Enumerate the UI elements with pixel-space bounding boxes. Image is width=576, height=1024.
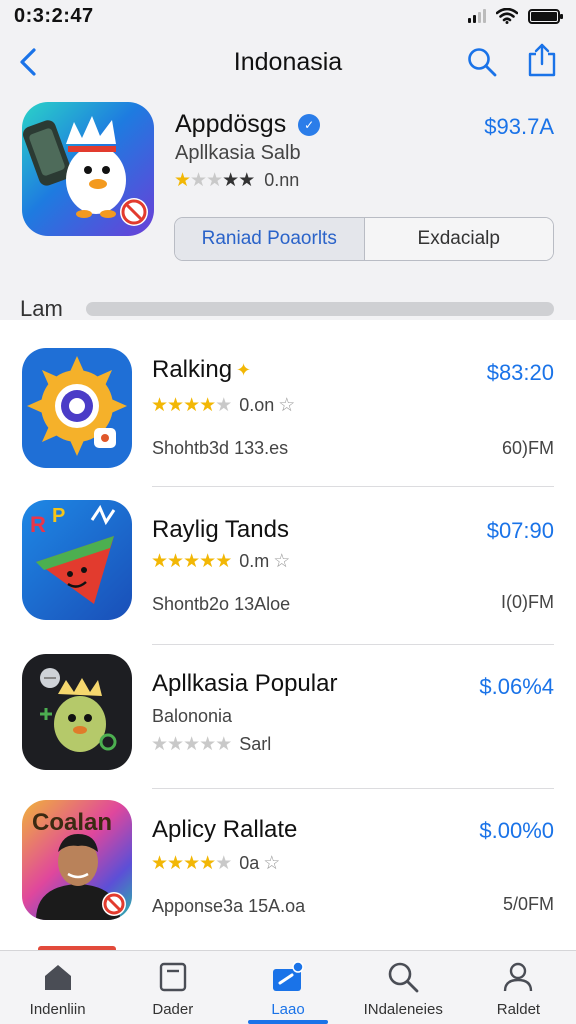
app-time: 60)FM bbox=[501, 438, 554, 458]
tab-label: Laao bbox=[271, 1001, 305, 1018]
rating-count: 0a bbox=[239, 853, 260, 873]
app-name[interactable]: Raylig Tands bbox=[152, 516, 289, 544]
award-icon: ✦ bbox=[236, 360, 252, 380]
verified-badge-icon: ✓ bbox=[298, 113, 321, 136]
search-icon[interactable] bbox=[466, 46, 498, 78]
app-price[interactable]: $.00%0 bbox=[479, 818, 554, 844]
tab-dader[interactable]: Dader bbox=[115, 951, 230, 1024]
status-time: 0:3:2:47 bbox=[14, 5, 94, 27]
list-item[interactable]: Apllkasia Popular $.06%4 Balononia ★ ★ ★ ★ ★… bbox=[0, 654, 576, 804]
list-item[interactable]: R P Raylig Tands $07:90 ★ ★ ★ ★ ★ 0.m ☆ Shon… bbox=[0, 500, 576, 650]
square-icon bbox=[159, 962, 186, 992]
tab-label: Raldet bbox=[496, 1001, 541, 1018]
wifi-icon bbox=[496, 8, 518, 24]
crowned-bird-icon bbox=[22, 654, 132, 770]
favorite-star-icon[interactable]: ☆ bbox=[263, 852, 280, 875]
star-rating-icon: ★ ★ ★ ★ ★ bbox=[174, 170, 255, 191]
duck-chef-icon[interactable] bbox=[22, 102, 154, 236]
app-meta: Shontb2o 13Aloe bbox=[152, 594, 291, 614]
tab-label: INdaleneies bbox=[363, 1001, 443, 1018]
app-rating: ★ ★ ★ ★ ★ 0.on ☆ bbox=[151, 394, 295, 417]
featured-name-row: Appdösgs ✓ bbox=[175, 110, 321, 139]
divider bbox=[152, 644, 554, 645]
active-tab-indicator bbox=[248, 1020, 328, 1024]
tab-home[interactable]: Indenliin bbox=[0, 951, 115, 1024]
app-meta: Apponse3a 15A.oa bbox=[152, 896, 306, 916]
rating-count: 0.nn bbox=[264, 170, 300, 190]
person-icon bbox=[504, 962, 533, 992]
app-name[interactable]: Ralking bbox=[152, 356, 232, 384]
status-bar: 0:3:2:47 bbox=[0, 0, 576, 34]
segmented-control: Raniad Poaorlts Exdacialp bbox=[174, 217, 554, 261]
app-rating: ★ ★ ★ ★ ★ Sarl bbox=[151, 734, 271, 755]
folder-icon bbox=[273, 961, 304, 991]
rating-count: 0.on bbox=[239, 395, 275, 415]
svg-text:P: P bbox=[52, 505, 65, 527]
app-price[interactable]: $.06%4 bbox=[479, 674, 554, 700]
portrait-icon: Coalan bbox=[22, 800, 132, 920]
favorite-star-icon[interactable]: ☆ bbox=[273, 550, 290, 573]
tab-profile[interactable]: Raldet bbox=[461, 951, 576, 1024]
svg-text:Coalan: Coalan bbox=[32, 809, 112, 836]
app-rating: ★ ★ ★ ★ ★ 0.m ☆ bbox=[151, 550, 290, 573]
sun-camera-icon bbox=[22, 348, 132, 468]
star-rating-icon: ★ ★ ★ ★ ★ bbox=[151, 395, 232, 416]
home-icon bbox=[44, 965, 71, 990]
share-icon[interactable] bbox=[526, 42, 558, 78]
star-rating-icon: ★ ★ ★ ★ ★ bbox=[151, 734, 232, 755]
app-name[interactable]: Apllkasia Popular bbox=[152, 670, 337, 698]
search-icon bbox=[388, 962, 419, 993]
favorite-star-icon[interactable]: ☆ bbox=[278, 394, 295, 417]
tab-label: Dader bbox=[152, 1001, 194, 1018]
list-item[interactable]: Ralking ✦ $83:20 ★ ★ ★ ★ ★ 0.on ☆ Shohtb3d 1… bbox=[0, 348, 576, 498]
segment-active[interactable]: Raniad Poaorlts bbox=[175, 218, 365, 260]
battery-icon bbox=[528, 8, 563, 24]
divider bbox=[152, 788, 554, 789]
list-item[interactable]: Coalan Aplicy Rallate $.00%0 ★ ★ ★ ★ ★ 0a ☆ … bbox=[0, 800, 576, 950]
segment-inactive[interactable]: Exdacialp bbox=[364, 218, 553, 260]
rating-count: Sarl bbox=[239, 734, 272, 754]
app-rating: ★ ★ ★ ★ ★ 0a ☆ bbox=[151, 852, 280, 875]
tab-label: Indenliin bbox=[29, 1001, 86, 1018]
divider bbox=[152, 486, 554, 487]
featured-price[interactable]: $93.7A bbox=[484, 114, 554, 140]
app-meta: Shohtb3d 133.es bbox=[152, 438, 289, 458]
app-price[interactable]: $83:20 bbox=[487, 360, 554, 386]
tab-laao[interactable]: Laao bbox=[230, 951, 345, 1024]
app-price[interactable]: $07:90 bbox=[487, 518, 554, 544]
featured-app-subtitle: Apllkasia Salb bbox=[175, 142, 301, 164]
app-name[interactable]: Aplicy Rallate bbox=[152, 816, 297, 844]
cellular-signal-icon bbox=[468, 9, 486, 23]
star-rating-icon: ★ ★ ★ ★ ★ bbox=[151, 551, 232, 572]
section-scroll-bar[interactable] bbox=[86, 302, 554, 316]
featured-app-name[interactable]: Appdösgs bbox=[175, 110, 286, 139]
app-subtitle: Balononia bbox=[152, 706, 233, 726]
star-rating-icon: ★ ★ ★ ★ ★ bbox=[151, 853, 232, 874]
watermelon-icon: R P bbox=[22, 500, 132, 620]
section-label: Lam bbox=[20, 296, 63, 321]
rating-count: 0.m bbox=[239, 551, 270, 571]
app-time: I(0)FM bbox=[501, 592, 554, 612]
svg-text:R: R bbox=[30, 512, 46, 537]
tab-search[interactable]: INdaleneies bbox=[346, 951, 461, 1024]
tab-bar: Indenliin Dader Laao INdaleneies Raldet bbox=[0, 950, 576, 1024]
status-icons bbox=[468, 8, 563, 24]
app-time: 5/0FM bbox=[502, 894, 554, 914]
featured-rating: ★ ★ ★ ★ ★ 0.nn bbox=[174, 170, 299, 191]
